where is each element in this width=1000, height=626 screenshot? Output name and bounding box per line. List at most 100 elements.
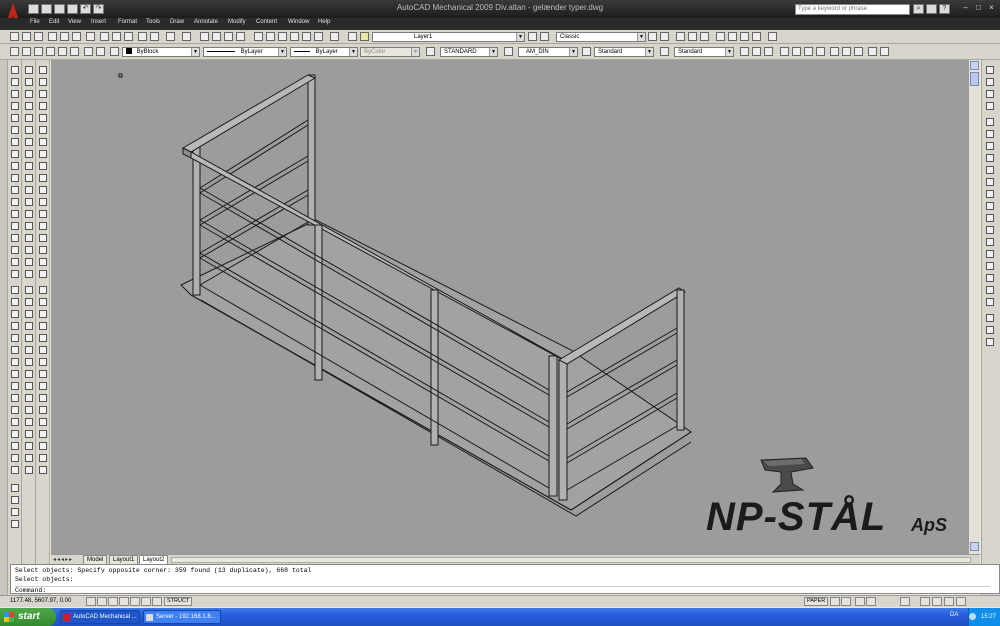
multileader-style-icon[interactable] xyxy=(660,47,669,56)
mech-washer-icon[interactable] xyxy=(25,186,33,194)
mech-tool-8-icon[interactable] xyxy=(868,47,877,56)
mech-browser-icon[interactable] xyxy=(676,32,685,41)
fillet-icon[interactable] xyxy=(11,454,19,462)
open-icon[interactable] xyxy=(22,32,31,41)
multileader-style-dropdown[interactable]: Standard ▼ xyxy=(674,47,734,57)
layer-dropdown[interactable]: Layer1 ▼ xyxy=(372,32,525,42)
arc-icon[interactable] xyxy=(11,126,19,134)
zoom-realtime-icon[interactable] xyxy=(212,32,221,41)
table-style-manager-icon[interactable] xyxy=(582,47,591,56)
snap-icon-7[interactable] xyxy=(986,190,994,198)
tool-g-icon[interactable] xyxy=(39,138,47,146)
command-line[interactable]: Select objects: Specify opposite corner:… xyxy=(10,564,1000,594)
tool-ad-icon[interactable] xyxy=(39,418,47,426)
line-icon[interactable] xyxy=(11,66,19,74)
tool-af-icon[interactable] xyxy=(39,442,47,450)
properties-icon[interactable] xyxy=(254,32,263,41)
dist-icon[interactable] xyxy=(11,484,19,492)
dim-style-dropdown[interactable]: AM_DIN ▼ xyxy=(518,47,578,57)
menu-insert[interactable]: Insert xyxy=(91,19,106,25)
snap-icon-19[interactable] xyxy=(986,338,994,346)
tool-d-icon[interactable] xyxy=(39,102,47,110)
zoom-previous-icon[interactable] xyxy=(236,32,245,41)
mech-centerline-icon[interactable] xyxy=(25,78,33,86)
sheet-set-icon[interactable] xyxy=(290,32,299,41)
tool-a-icon[interactable] xyxy=(39,66,47,74)
tool-t-icon[interactable] xyxy=(39,298,47,306)
tool-b-icon[interactable] xyxy=(39,78,47,86)
maximize-icon[interactable]: □ xyxy=(973,3,984,14)
mech-tool-2-icon[interactable] xyxy=(792,47,801,56)
menu-modify[interactable]: Modify xyxy=(228,19,246,25)
scale-text-icon[interactable] xyxy=(84,47,93,56)
undo-icon[interactable] xyxy=(166,32,175,41)
scroll-down-icon[interactable] xyxy=(970,542,979,551)
ellipse-icon[interactable] xyxy=(11,174,19,182)
pan-status-icon[interactable] xyxy=(855,597,865,606)
plot-icon[interactable] xyxy=(48,32,57,41)
trim-icon[interactable] xyxy=(11,394,19,402)
justify-text-icon[interactable] xyxy=(96,47,105,56)
tool-o-icon[interactable] xyxy=(39,234,47,242)
save-icon[interactable] xyxy=(34,32,43,41)
mech-cam-icon[interactable] xyxy=(25,418,33,426)
text-icon[interactable] xyxy=(10,47,19,56)
color-dropdown[interactable]: ByBlock ▼ xyxy=(122,47,200,57)
mech-structure-icon[interactable] xyxy=(688,32,697,41)
layer-freeze-icon[interactable] xyxy=(728,32,737,41)
join-icon[interactable] xyxy=(11,430,19,438)
tool-y-icon[interactable] xyxy=(39,358,47,366)
redo-icon[interactable] xyxy=(182,32,191,41)
mech-hide-icon[interactable] xyxy=(25,382,33,390)
circle-icon[interactable] xyxy=(11,138,19,146)
rotate-icon[interactable] xyxy=(11,358,19,366)
table-icon[interactable] xyxy=(11,258,19,266)
break-icon[interactable] xyxy=(11,418,19,426)
lineweight-dropdown[interactable]: ByLayer ▼ xyxy=(290,47,358,57)
text-edit-icon[interactable] xyxy=(34,47,43,56)
mech-weld-icon[interactable] xyxy=(25,270,33,278)
tool-ab-icon[interactable] xyxy=(39,394,47,402)
gradient-icon[interactable] xyxy=(11,234,19,242)
search-input[interactable]: Type a keyword or phrase xyxy=(795,4,910,15)
tool-ag-icon[interactable] xyxy=(39,454,47,462)
snap-icon-18[interactable] xyxy=(986,326,994,334)
menu-view[interactable]: View xyxy=(68,19,81,25)
make-block-icon[interactable] xyxy=(11,198,19,206)
snap-icon-3[interactable] xyxy=(986,142,994,150)
status-tray-icon[interactable] xyxy=(944,597,954,606)
polygon-icon[interactable] xyxy=(11,102,19,110)
copy-icon[interactable] xyxy=(112,32,121,41)
layer-on-icon[interactable] xyxy=(360,32,369,41)
mtext-icon[interactable] xyxy=(11,270,19,278)
stretch-icon[interactable] xyxy=(11,382,19,390)
quickcalc-icon[interactable] xyxy=(314,32,323,41)
ortho-toggle-icon[interactable] xyxy=(108,597,118,606)
tool-u-icon[interactable] xyxy=(39,310,47,318)
snap-icon-6[interactable] xyxy=(986,178,994,186)
search-icon[interactable]: ⌕ xyxy=(913,4,924,14)
snap-icon-1[interactable] xyxy=(986,118,994,126)
color-control-icon[interactable] xyxy=(110,47,119,56)
construction-line-icon[interactable] xyxy=(11,78,19,86)
language-indicator[interactable]: DA xyxy=(950,612,958,618)
snap-icon-17[interactable] xyxy=(986,314,994,322)
layer-manager-icon[interactable] xyxy=(348,32,357,41)
text-style-dropdown[interactable]: STANDARD ▼ xyxy=(440,47,498,57)
tool-l-icon[interactable] xyxy=(39,198,47,206)
minimize-icon[interactable]: – xyxy=(960,3,971,14)
menu-window[interactable]: Window xyxy=(288,19,309,25)
tool-aa-icon[interactable] xyxy=(39,382,47,390)
snap-icon-10[interactable] xyxy=(986,226,994,234)
tool-h-icon[interactable] xyxy=(39,150,47,158)
polar-toggle-icon[interactable] xyxy=(119,597,129,606)
linetype-dropdown[interactable]: ByLayer ▼ xyxy=(203,47,287,57)
find-icon[interactable] xyxy=(46,47,55,56)
mech-steel-shape-icon[interactable] xyxy=(25,222,33,230)
paste-icon[interactable] xyxy=(124,32,133,41)
view-icon-1[interactable] xyxy=(986,66,994,74)
tool-p-icon[interactable] xyxy=(39,246,47,254)
grid-toggle-icon[interactable] xyxy=(97,597,107,606)
snap-icon-5[interactable] xyxy=(986,166,994,174)
mech-tool-3-icon[interactable] xyxy=(804,47,813,56)
